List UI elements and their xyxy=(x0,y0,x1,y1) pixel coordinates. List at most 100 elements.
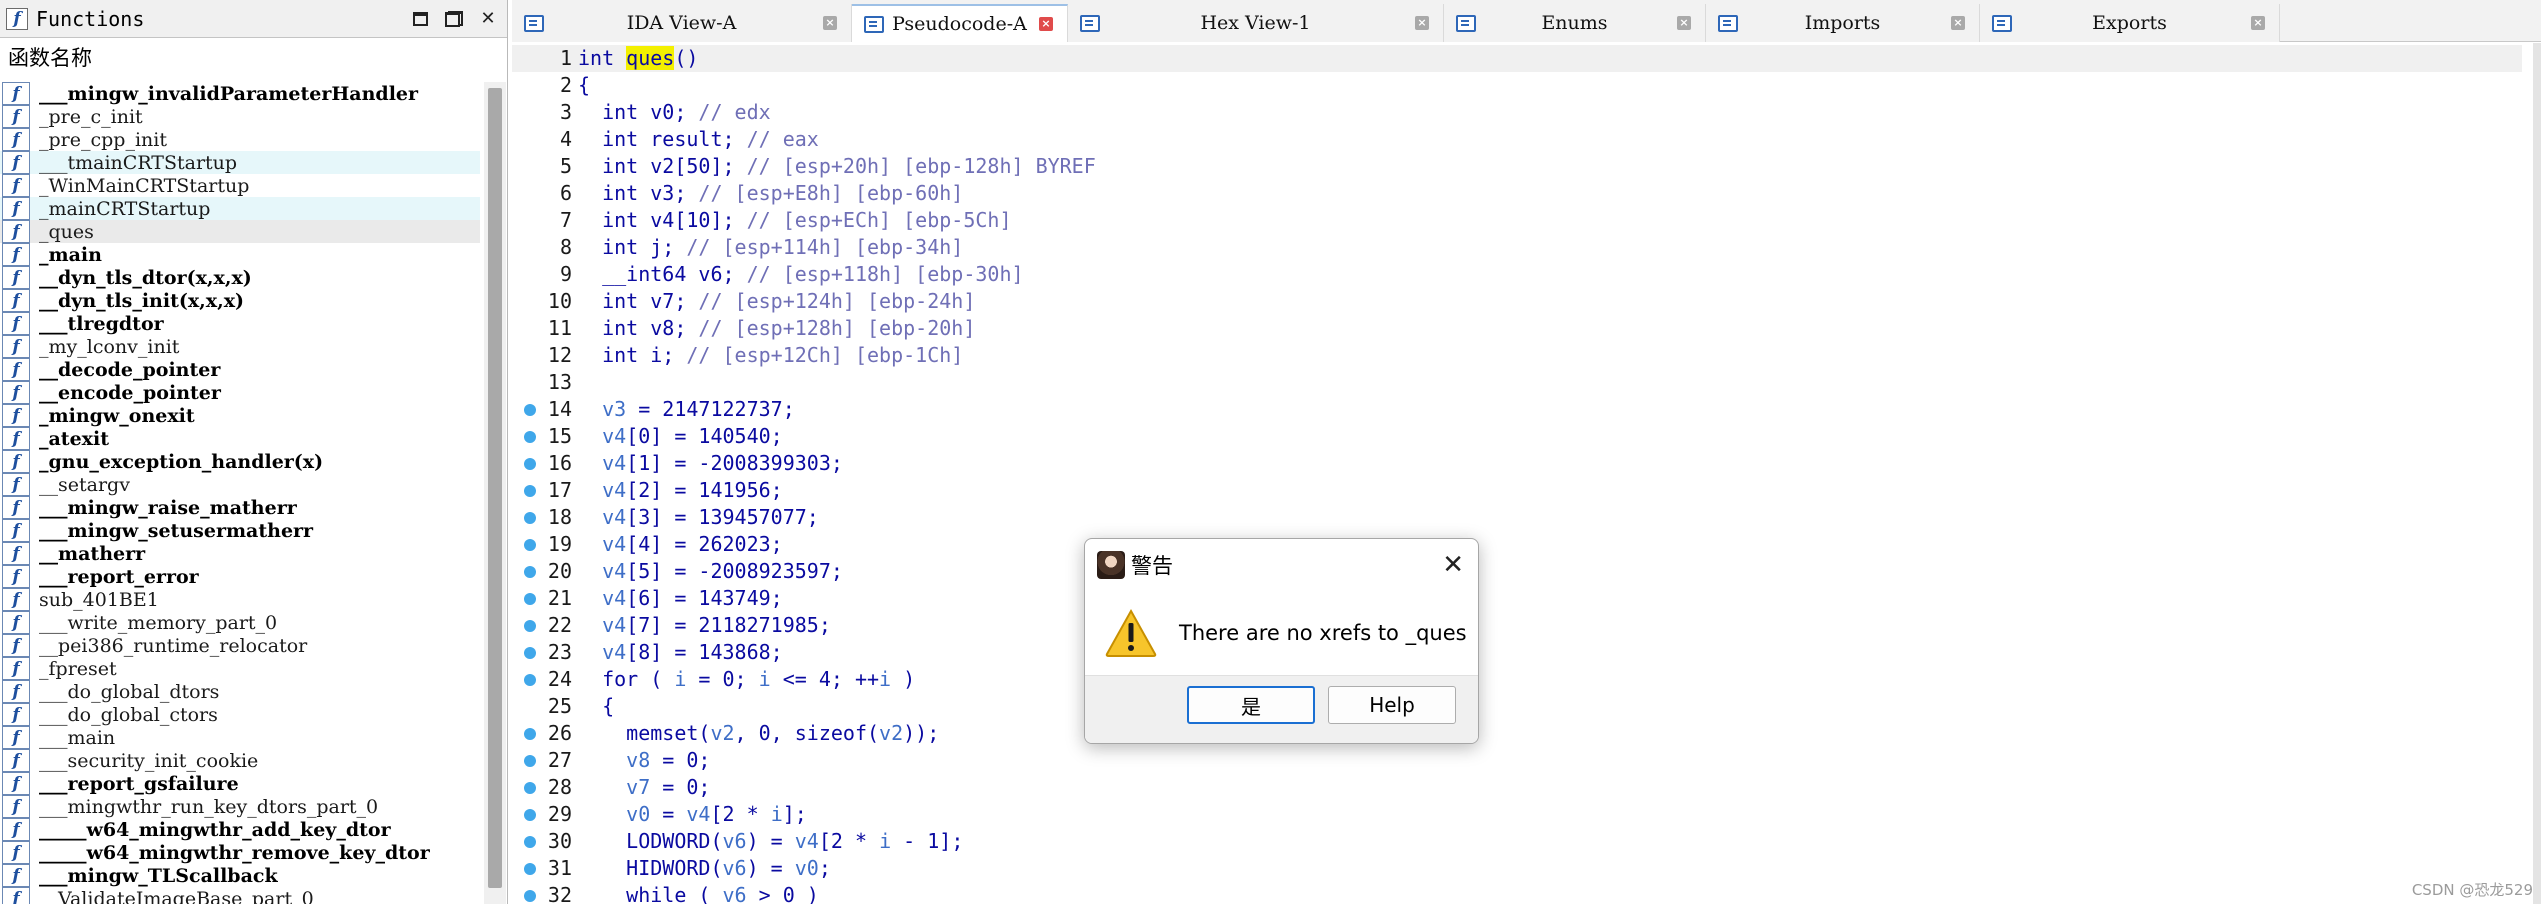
code-token: )); xyxy=(903,721,940,745)
code-line[interactable]: 29 v0 = v4[2 * i]; xyxy=(512,801,2522,828)
code-line[interactable]: 26 memset(v2, 0, sizeof(v2)); xyxy=(512,720,2522,747)
function-icon: f xyxy=(2,82,30,105)
code-line[interactable]: 4 int result; // eax xyxy=(512,126,2522,153)
code-line[interactable]: 27 v8 = 0; xyxy=(512,747,2522,774)
function-list-item[interactable]: f ___mingw_raise_matherr xyxy=(0,496,480,519)
function-list-item[interactable]: f _____w64_mingwthr_add_key_dtor xyxy=(0,818,480,841)
function-list-item[interactable]: f _pre_cpp_init xyxy=(0,128,480,151)
function-list-item[interactable]: f ___mingwthr_run_key_dtors_part_0 xyxy=(0,795,480,818)
tab-hex-view-1[interactable]: Hex View-1 × xyxy=(1068,4,1444,42)
code-line[interactable]: 18 v4[3] = 139457077; xyxy=(512,504,2522,531)
tab-close-icon[interactable]: × xyxy=(1415,16,1429,30)
function-list-item[interactable]: f __setargv xyxy=(0,473,480,496)
function-list-item[interactable]: f __pei386_runtime_relocator xyxy=(0,634,480,657)
function-list-item[interactable]: f ___main xyxy=(0,726,480,749)
code-line[interactable]: 10 int v7; // [esp+124h] [ebp-24h] xyxy=(512,288,2522,315)
function-list-item[interactable]: f ___do_global_dtors xyxy=(0,680,480,703)
function-list-item[interactable]: f ___report_gsfailure xyxy=(0,772,480,795)
function-list-item[interactable]: f ___security_init_cookie xyxy=(0,749,480,772)
function-list-item[interactable]: f __dyn_tls_dtor(x,x,x) xyxy=(0,266,480,289)
function-list-item[interactable]: f __matherr xyxy=(0,542,480,565)
function-list-item[interactable]: f _ques xyxy=(0,220,480,243)
function-list-item[interactable]: f __decode_pointer xyxy=(0,358,480,381)
function-list-item[interactable]: f _WinMainCRTStartup xyxy=(0,174,480,197)
function-list-item[interactable]: f ___tmainCRTStartup xyxy=(0,151,480,174)
function-list-item[interactable]: f ___do_global_ctors xyxy=(0,703,480,726)
code-line[interactable]: 7 int v4[10]; // [esp+ECh] [ebp-5Ch] xyxy=(512,207,2522,234)
function-list-item[interactable]: f sub_401BE1 xyxy=(0,588,480,611)
function-list-item[interactable]: f __dyn_tls_init(x,x,x) xyxy=(0,289,480,312)
function-list-item[interactable]: f __ValidateImageBase_part_0 xyxy=(0,887,480,904)
code-line[interactable]: 9 __int64 v6; // [esp+118h] [ebp-30h] xyxy=(512,261,2522,288)
code-line[interactable]: 6 int v3; // [esp+E8h] [ebp-60h] xyxy=(512,180,2522,207)
code-line[interactable]: 16 v4[1] = -2008399303; xyxy=(512,450,2522,477)
code-line[interactable]: 31 HIDWORD(v6) = v0; xyxy=(512,855,2522,882)
function-list-item[interactable]: f __encode_pointer xyxy=(0,381,480,404)
scrollbar-thumb[interactable] xyxy=(488,88,502,888)
dialog-close-icon[interactable]: ✕ xyxy=(1442,550,1464,580)
code-line[interactable]: 12 int i; // [esp+12Ch] [ebp-1Ch] xyxy=(512,342,2522,369)
maximize-icon[interactable] xyxy=(407,6,433,32)
code-text: int v7; // [esp+124h] [ebp-24h] xyxy=(578,288,975,315)
function-list-item[interactable]: f _fpreset xyxy=(0,657,480,680)
code-line[interactable]: 13 xyxy=(512,369,2522,396)
code-line[interactable]: 1 int ques() xyxy=(512,45,2522,72)
function-icon: f xyxy=(2,818,30,841)
function-list-item[interactable]: f _mingw_onexit xyxy=(0,404,480,427)
code-line[interactable]: 28 v7 = 0; xyxy=(512,774,2522,801)
code-line[interactable]: 23 v4[8] = 143868; xyxy=(512,639,2522,666)
function-name: __dyn_tls_init(x,x,x) xyxy=(39,289,245,312)
tab-close-icon[interactable]: × xyxy=(823,16,837,30)
code-line[interactable]: 17 v4[2] = 141956; xyxy=(512,477,2522,504)
pseudocode-view[interactable]: 1 int ques() 2{3 int v0; // edx 4 int resul… xyxy=(512,43,2541,904)
tab-pseudocode-a[interactable]: Pseudocode-A × xyxy=(852,4,1068,42)
function-list-item[interactable]: f _____w64_mingwthr_remove_key_dtor xyxy=(0,841,480,864)
function-name-column-header[interactable]: 函数名称 xyxy=(0,38,507,76)
function-list-item[interactable]: f ___mingw_TLScallback xyxy=(0,864,480,887)
yes-button[interactable]: 是 xyxy=(1187,686,1315,724)
tab-close-icon[interactable]: × xyxy=(2251,16,2265,30)
code-line[interactable]: 32 while ( v6 > 0 ) xyxy=(512,882,2522,904)
help-button[interactable]: Help xyxy=(1328,686,1456,724)
code-line[interactable]: 24 for ( i = 0; i <= 4; ++i ) xyxy=(512,666,2522,693)
tab-ida-view-a[interactable]: IDA View-A × xyxy=(512,4,852,42)
close-icon[interactable]: ✕ xyxy=(475,6,501,32)
code-line[interactable]: 8 int j; // [esp+114h] [ebp-34h] xyxy=(512,234,2522,261)
function-list-item[interactable]: f _main xyxy=(0,243,480,266)
code-line[interactable]: 20 v4[5] = -2008923597; xyxy=(512,558,2522,585)
code-line[interactable]: 19 v4[4] = 262023; xyxy=(512,531,2522,558)
function-list-item[interactable]: f _mainCRTStartup xyxy=(0,197,480,220)
function-list-item[interactable]: f _pre_c_init xyxy=(0,105,480,128)
code-scrollbar[interactable] xyxy=(2533,43,2541,904)
code-line[interactable]: 11 int v8; // [esp+128h] [ebp-20h] xyxy=(512,315,2522,342)
code-line[interactable]: 30 LODWORD(v6) = v4[2 * i - 1]; xyxy=(512,828,2522,855)
tab-enums[interactable]: Enums × xyxy=(1444,4,1706,42)
code-line[interactable]: 14 v3 = 2147122737; xyxy=(512,396,2522,423)
function-list-item[interactable]: f ___tlregdtor xyxy=(0,312,480,335)
function-list-item[interactable]: f ___mingw_invalidParameterHandler xyxy=(0,82,480,105)
tab-imports[interactable]: Imports × xyxy=(1706,4,1980,42)
tab-close-icon[interactable]: × xyxy=(1677,16,1691,30)
tab-close-icon[interactable]: × xyxy=(1951,16,1965,30)
code-line[interactable]: 21 v4[6] = 143749; xyxy=(512,585,2522,612)
code-line[interactable]: 3 int v0; // edx xyxy=(512,99,2522,126)
code-line[interactable]: 22 v4[7] = 2118271985; xyxy=(512,612,2522,639)
function-list-item[interactable]: f _atexit xyxy=(0,427,480,450)
function-list-item[interactable]: f ___write_memory_part_0 xyxy=(0,611,480,634)
code-token: ; xyxy=(818,856,831,880)
code-line[interactable]: 25 { xyxy=(512,693,2522,720)
restore-icon[interactable] xyxy=(441,6,467,32)
code-variable: v4 xyxy=(602,451,627,475)
code-line[interactable]: 2{ xyxy=(512,72,2522,99)
tab-exports[interactable]: Exports × xyxy=(1980,4,2280,42)
code-line[interactable]: 15 v4[0] = 140540; xyxy=(512,423,2522,450)
function-list-item[interactable]: f _gnu_exception_handler(x) xyxy=(0,450,480,473)
functions-scrollbar[interactable] xyxy=(484,82,506,904)
tab-close-icon[interactable]: × xyxy=(1039,17,1053,31)
function-list-item[interactable]: f _my_lconv_init xyxy=(0,335,480,358)
function-list-item[interactable]: f ___report_error xyxy=(0,565,480,588)
code-line[interactable]: 5 int v2[50]; // [esp+20h] [ebp-128h] BY… xyxy=(512,153,2522,180)
function-icon: f xyxy=(2,105,30,128)
warning-dialog: 警告 ✕ There are no xrefs to _ques 是 Help xyxy=(1084,538,1479,744)
function-list-item[interactable]: f ___mingw_setusermatherr xyxy=(0,519,480,542)
